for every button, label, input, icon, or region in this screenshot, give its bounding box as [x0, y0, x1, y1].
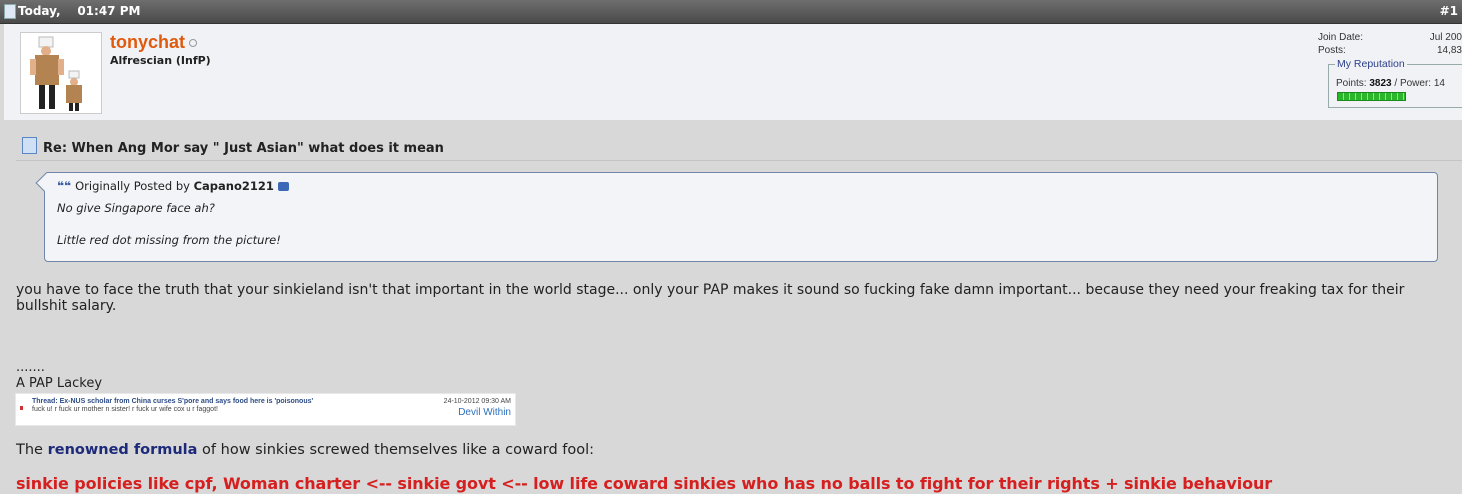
user-title: Alfrescian (InfP)	[110, 54, 211, 67]
reputation-box: My Reputation Points: 3823 / Power: 14	[1328, 58, 1462, 108]
signature-image-thread: Thread: Ex-NUS scholar from China curses…	[32, 398, 314, 405]
formula-prefix: The	[16, 442, 43, 458]
quote-box: ❝❝ Originally Posted by Capano2121 No giv…	[35, 172, 1438, 262]
post-body: Re: When Ang Mor say " Just Asian" what …	[0, 122, 1462, 494]
join-date-row: Join Date: Jul 200	[1318, 32, 1462, 45]
signature-red-line: sinkie policies like cpf, Woman charter …	[16, 474, 1273, 493]
posts-value: 14,83	[1436, 45, 1462, 56]
offline-status-icon	[189, 39, 198, 48]
quote-line: Little red dot missing from the picture!	[57, 233, 281, 247]
post-title: Re: When Ang Mor say " Just Asian" what …	[22, 137, 444, 156]
post-time: 01:47 PM	[77, 4, 141, 18]
renowned-formula-link[interactable]: renowned formula	[48, 442, 198, 458]
post-title-text: Re: When Ang Mor say " Just Asian" what …	[43, 141, 444, 156]
power-label: / Power: 14	[1394, 78, 1445, 89]
quote-header: ❝❝ Originally Posted by Capano2121	[57, 179, 289, 193]
signature-image: Thread: Ex-NUS scholar from China curses…	[15, 393, 516, 426]
posts-label: Posts:	[1318, 45, 1346, 56]
signature-lackey: A PAP Lackey	[16, 376, 103, 391]
post-message: you have to face the truth that your sin…	[16, 282, 1405, 314]
post-number-link[interactable]: #1	[1440, 4, 1458, 18]
post-header-bar: Today, 01:47 PM #1	[0, 0, 1462, 24]
signature-image-quote: fuck u! r fuck ur mother n sister! r fuc…	[32, 406, 218, 413]
signature-image-date: 24-10-2012 09:30 AM	[443, 398, 511, 405]
points-label: Points:	[1336, 78, 1367, 89]
avatar-image	[30, 36, 82, 111]
quote-prefix: Originally Posted by	[75, 179, 190, 193]
reputation-points: Points: 3823 / Power: 14	[1336, 78, 1445, 89]
posts-row: Posts: 14,83	[1318, 45, 1462, 58]
reputation-legend: My Reputation	[1335, 58, 1407, 70]
join-date-value: Jul 200	[1429, 32, 1462, 43]
username-link[interactable]: tonychat	[110, 32, 185, 52]
signature-image-author: Devil Within	[458, 407, 511, 418]
user-info-panel: tonychat Alfrescian (InfP) Join Date: Jul…	[4, 24, 1462, 120]
points-value: 3823	[1369, 78, 1392, 89]
title-divider	[16, 160, 1462, 161]
formula-suffix: of how sinkies screwed themselves like a…	[202, 442, 595, 458]
user-stats: Join Date: Jul 200 Posts: 14,83	[1318, 32, 1462, 58]
document-icon	[4, 4, 16, 19]
signature-dots: .......	[16, 360, 45, 375]
join-date-label: Join Date:	[1318, 32, 1364, 43]
thread-pin-icon	[20, 406, 23, 410]
quote-icon: ❝❝	[57, 179, 72, 193]
quote-line: No give Singapore face ah?	[57, 201, 215, 215]
reputation-bar	[1337, 92, 1406, 101]
post-date: Today,	[18, 4, 61, 18]
quote-pointer	[35, 174, 53, 192]
view-post-icon[interactable]	[277, 182, 289, 191]
signature-formula: The renowned formula of how sinkies scre…	[16, 442, 594, 458]
quote-author: Capano2121	[193, 179, 274, 193]
username-container: tonychat	[110, 32, 198, 53]
avatar[interactable]	[20, 32, 102, 114]
post-document-icon	[22, 137, 37, 154]
post-datetime: Today, 01:47 PM	[18, 4, 140, 18]
